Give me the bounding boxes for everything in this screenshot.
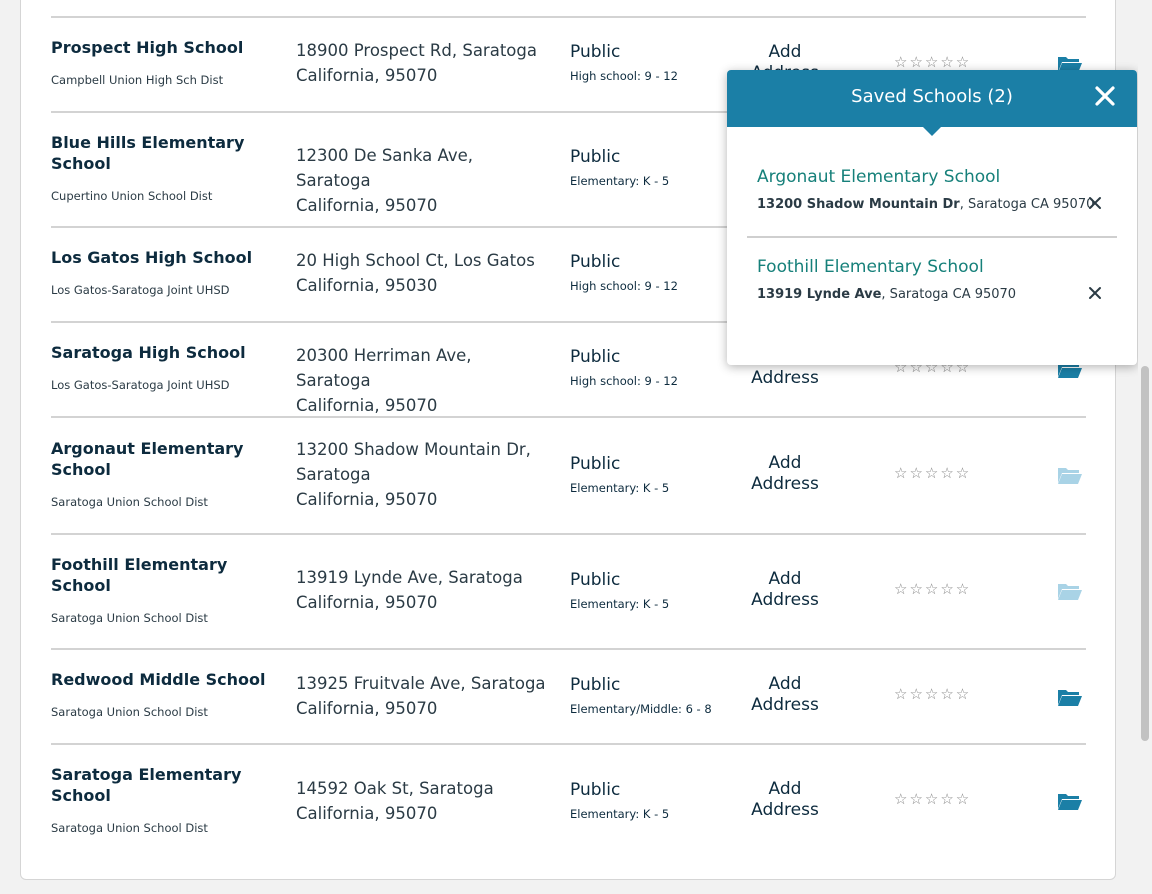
address-line: California, 95070 bbox=[296, 396, 438, 415]
school-name[interactable]: Argonaut Elementary School bbox=[51, 438, 276, 480]
rating-stars[interactable]: ☆☆☆☆☆ bbox=[894, 464, 971, 482]
school-type: Public bbox=[570, 675, 621, 695]
school-district: Los Gatos-Saratoga Joint UHSD bbox=[51, 283, 230, 297]
popup-arrow bbox=[922, 126, 942, 136]
add-address-button[interactable]: Add Address bbox=[746, 453, 824, 495]
school-name[interactable]: Redwood Middle School bbox=[51, 669, 276, 690]
school-type: Public bbox=[570, 252, 621, 272]
saved-school-street: 13200 Shadow Mountain Dr bbox=[757, 197, 960, 212]
saved-school-street: 13919 Lynde Ave bbox=[757, 287, 882, 302]
school-name[interactable]: Los Gatos High School bbox=[51, 247, 276, 268]
saved-school-address: 13919 Lynde Ave, Saratoga CA 95070 bbox=[757, 287, 1016, 302]
school-grades: Elementary: K - 5 bbox=[570, 481, 670, 495]
address-line: 18900 Prospect Rd, Saratoga bbox=[296, 41, 537, 60]
school-address: 18900 Prospect Rd, Saratoga California, … bbox=[296, 38, 546, 88]
school-type: Public bbox=[570, 570, 621, 590]
address-line: 13925 Fruitvale Ave, Saratoga bbox=[296, 674, 546, 693]
school-grades: High school: 9 - 12 bbox=[570, 69, 678, 83]
folder-open-icon[interactable] bbox=[1057, 581, 1083, 601]
school-grades: Elementary/Middle: 6 - 8 bbox=[570, 702, 712, 716]
saved-schools-title: Saved Schools (2) bbox=[851, 86, 1013, 107]
scrollbar-thumb[interactable] bbox=[1141, 366, 1149, 741]
school-grades: Elementary: K - 5 bbox=[570, 174, 670, 188]
add-address-button[interactable]: Add Address bbox=[746, 674, 824, 716]
school-address: 20300 Herriman Ave, Saratoga California,… bbox=[296, 343, 546, 418]
divider bbox=[747, 236, 1117, 238]
scrollbar[interactable] bbox=[1138, 0, 1152, 894]
address-line: 12300 De Sanka Ave, Saratoga bbox=[296, 146, 473, 190]
address-line: 13919 Lynde Ave, Saratoga bbox=[296, 568, 523, 587]
school-district: Saratoga Union School Dist bbox=[51, 495, 208, 509]
school-row: Saratoga Elementary School Saratoga Unio… bbox=[51, 743, 1086, 859]
school-district: Campbell Union High Sch Dist bbox=[51, 73, 224, 87]
address-line: 13200 Shadow Mountain Dr, bbox=[296, 440, 531, 459]
rating-stars[interactable]: ☆☆☆☆☆ bbox=[894, 580, 971, 598]
saved-school-name[interactable]: Foothill Elementary School bbox=[757, 257, 984, 277]
school-district: Los Gatos-Saratoga Joint UHSD bbox=[51, 378, 230, 392]
school-name[interactable]: Foothill Elementary School bbox=[51, 554, 276, 596]
school-address: 20 High School Ct, Los Gatos California,… bbox=[296, 248, 546, 298]
school-district: Cupertino Union School Dist bbox=[51, 189, 213, 203]
school-type: Public bbox=[570, 454, 621, 474]
school-address: 12300 De Sanka Ave, Saratoga California,… bbox=[296, 143, 546, 218]
school-type: Public bbox=[570, 347, 621, 367]
address-line: California, 95030 bbox=[296, 276, 438, 295]
saved-school-name[interactable]: Argonaut Elementary School bbox=[757, 167, 1000, 187]
saved-school-address: 13200 Shadow Mountain Dr, Saratoga CA 95… bbox=[757, 197, 1094, 212]
school-row: Redwood Middle School Saratoga Union Sch… bbox=[51, 648, 1086, 744]
close-icon[interactable] bbox=[1091, 82, 1119, 110]
remove-x-icon[interactable] bbox=[1087, 195, 1103, 211]
saved-school-city: , Saratoga CA 95070 bbox=[881, 287, 1017, 302]
saved-school-city: , Saratoga CA 95070 bbox=[959, 197, 1095, 212]
school-district: Saratoga Union School Dist bbox=[51, 611, 208, 625]
address-line: California, 95070 bbox=[296, 699, 438, 718]
address-line: California, 95070 bbox=[296, 196, 438, 215]
school-address: 13919 Lynde Ave, Saratoga California, 95… bbox=[296, 565, 546, 615]
school-grades: High school: 9 - 12 bbox=[570, 279, 678, 293]
school-address: 13925 Fruitvale Ave, Saratoga California… bbox=[296, 671, 546, 721]
school-row: Foothill Elementary School Saratoga Unio… bbox=[51, 533, 1086, 649]
school-name[interactable]: Saratoga Elementary School bbox=[51, 764, 276, 806]
school-address: 14592 Oak St, Saratoga California, 95070 bbox=[296, 776, 546, 826]
folder-open-icon[interactable] bbox=[1057, 687, 1083, 707]
school-type: Public bbox=[570, 147, 621, 167]
school-name[interactable]: Saratoga High School bbox=[51, 342, 276, 363]
school-row: Argonaut Elementary School Saratoga Unio… bbox=[51, 416, 1086, 534]
address-line: California, 95070 bbox=[296, 804, 438, 823]
remove-x-icon[interactable] bbox=[1087, 285, 1103, 301]
add-address-button[interactable]: Add Address bbox=[746, 779, 824, 821]
add-address-button[interactable]: Add Address bbox=[746, 569, 824, 611]
address-line: 20 High School Ct, Los Gatos bbox=[296, 251, 535, 270]
school-district: Saratoga Union School Dist bbox=[51, 705, 208, 719]
school-address: 13200 Shadow Mountain Dr, Saratoga Calif… bbox=[296, 437, 546, 512]
school-type: Public bbox=[570, 42, 621, 62]
rating-stars[interactable]: ☆☆☆☆☆ bbox=[894, 790, 971, 808]
address-line: 20300 Herriman Ave, Saratoga bbox=[296, 346, 472, 390]
folder-open-icon[interactable] bbox=[1057, 465, 1083, 485]
address-line: California, 95070 bbox=[296, 593, 438, 612]
school-name[interactable]: Prospect High School bbox=[51, 37, 276, 58]
rating-stars[interactable]: ☆☆☆☆☆ bbox=[894, 685, 971, 703]
saved-schools-popup: Saved Schools (2) Argonaut Elementary Sc… bbox=[727, 70, 1137, 365]
school-grades: Elementary: K - 5 bbox=[570, 597, 670, 611]
school-grades: High school: 9 - 12 bbox=[570, 374, 678, 388]
school-name[interactable]: Blue Hills Elementary School bbox=[51, 132, 276, 174]
address-line: 14592 Oak St, Saratoga bbox=[296, 779, 494, 798]
saved-schools-header: Saved Schools (2) bbox=[727, 70, 1137, 127]
folder-open-icon[interactable] bbox=[1057, 791, 1083, 811]
school-grades: Elementary: K - 5 bbox=[570, 807, 670, 821]
address-line: California, 95070 bbox=[296, 66, 438, 85]
address-line: California, 95070 bbox=[296, 490, 438, 509]
rating-stars[interactable]: ☆☆☆☆☆ bbox=[894, 53, 971, 71]
school-type: Public bbox=[570, 780, 621, 800]
school-district: Saratoga Union School Dist bbox=[51, 821, 208, 835]
address-line: Saratoga bbox=[296, 465, 371, 484]
